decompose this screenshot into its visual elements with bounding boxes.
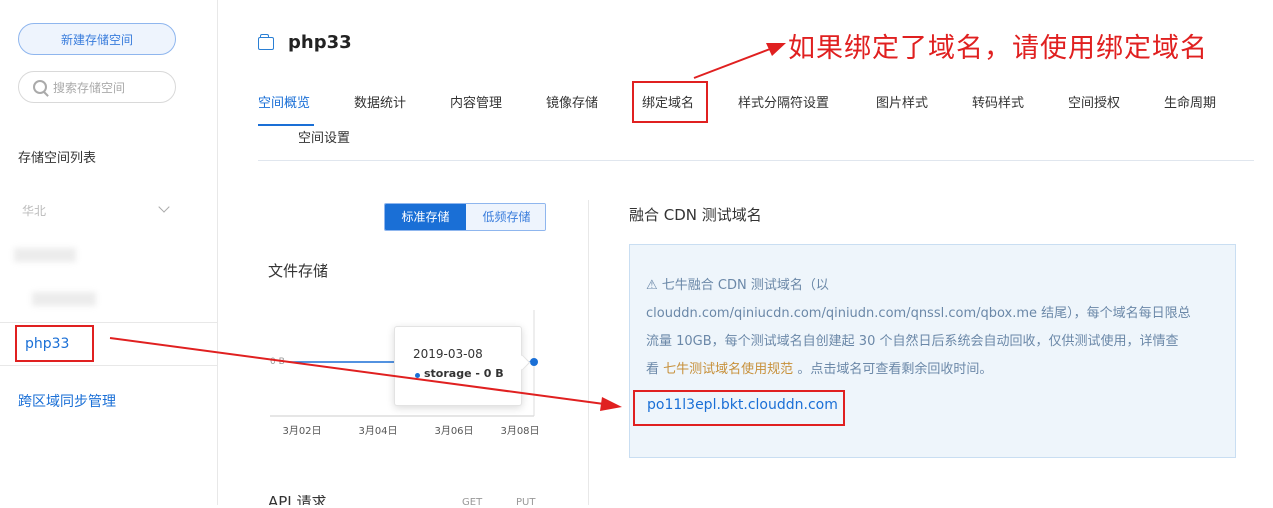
search-icon	[33, 80, 47, 94]
tab-transcode-style[interactable]: 转码样式	[972, 92, 1024, 111]
tooltip-date: 2019-03-08	[413, 347, 483, 361]
cross-region-sync-link[interactable]: 跨区域同步管理	[18, 391, 116, 411]
page-title: php33	[288, 32, 352, 53]
x-tick-label: 3月08日	[500, 425, 539, 437]
tab-mirror[interactable]: 镜像存储	[546, 92, 598, 111]
warning-line: 流量 10GB，每个测试域名自创建起 30 个自然日后系统会自动回收，仅供测试使…	[646, 334, 1179, 349]
x-tick-label: 3月02日	[282, 425, 321, 437]
cdn-test-domain-title: 融合 CDN 测试域名	[629, 206, 762, 224]
chevron-down-icon[interactable]	[158, 201, 170, 213]
series-point	[530, 358, 538, 366]
bucket-folder-icon	[258, 34, 274, 50]
test-domain-policy-link[interactable]: 七牛测试域名使用规范	[663, 362, 793, 377]
warning-line: clouddn.com/qiniucdn.com/qiniudn.com/qns…	[646, 306, 1191, 321]
chart-tooltip: 2019-03-08 storage - 0 B	[394, 326, 522, 406]
storage-type-toggle: 标准存储 低频存储	[384, 203, 546, 231]
blurred-bucket-item[interactable]	[14, 248, 76, 262]
bucket-item-php33[interactable]: php33	[15, 325, 94, 362]
low-frequency-storage-button[interactable]: 低频存储	[466, 204, 545, 230]
api-put-label: PUT	[516, 497, 536, 508]
standard-storage-button[interactable]: 标准存储	[385, 204, 466, 230]
new-bucket-button[interactable]: 新建存储空间	[18, 23, 176, 55]
bucket-search-input[interactable]	[51, 78, 165, 98]
warning-line: 七牛融合 CDN 测试域名（以	[661, 278, 829, 293]
arrow-head	[766, 43, 786, 56]
tab-image-style[interactable]: 图片样式	[876, 92, 928, 111]
tab-authorization[interactable]: 空间授权	[1068, 92, 1120, 111]
arrow-head	[600, 397, 622, 411]
file-storage-title: 文件存储	[268, 262, 329, 280]
x-tick-label: 3月04日	[358, 425, 397, 437]
series-dot-icon	[415, 373, 420, 378]
warning-icon: ⚠	[646, 278, 662, 293]
tab-settings[interactable]: 空间设置	[298, 127, 350, 146]
cdn-warning-text: ⚠ 七牛融合 CDN 测试域名（以 clouddn.com/qiniucdn.c…	[646, 272, 1220, 384]
x-tick-label: 3月06日	[434, 425, 473, 437]
arrow-to-tab	[693, 48, 771, 79]
test-domain-link[interactable]: po11l3epl.bkt.clouddn.com	[647, 397, 838, 413]
tab-style-separator[interactable]: 样式分隔符设置	[738, 92, 829, 111]
blurred-bucket-item[interactable]	[32, 292, 96, 306]
api-requests-title: API 请求	[268, 495, 327, 505]
annotation-text: 如果绑定了域名，请使用绑定域名	[788, 33, 1208, 64]
bucket-search[interactable]	[18, 71, 176, 103]
warning-line: 。点击域名可查看剩余回收时间。	[797, 362, 993, 377]
bucket-list-title: 存储空间列表	[18, 151, 97, 166]
tab-statistics[interactable]: 数据统计	[354, 92, 406, 111]
api-get-label: GET	[462, 497, 483, 508]
warning-line: 看	[646, 362, 660, 377]
tooltip-value: storage - 0 B	[424, 367, 504, 380]
tabs-divider	[258, 160, 1254, 161]
column-divider	[588, 200, 589, 505]
active-tab-indicator	[258, 124, 314, 126]
tab-lifecycle[interactable]: 生命周期	[1164, 92, 1216, 111]
y-tick-label: 0 B	[270, 357, 285, 367]
tab-content[interactable]: 内容管理	[450, 92, 502, 111]
highlight-box-bind-domain	[632, 81, 708, 123]
region-label[interactable]: 华北	[22, 202, 46, 219]
sidebar: 新建存储空间 存储空间列表 华北 php33 跨区域同步管理	[0, 0, 218, 505]
tab-overview[interactable]: 空间概览	[258, 92, 310, 111]
